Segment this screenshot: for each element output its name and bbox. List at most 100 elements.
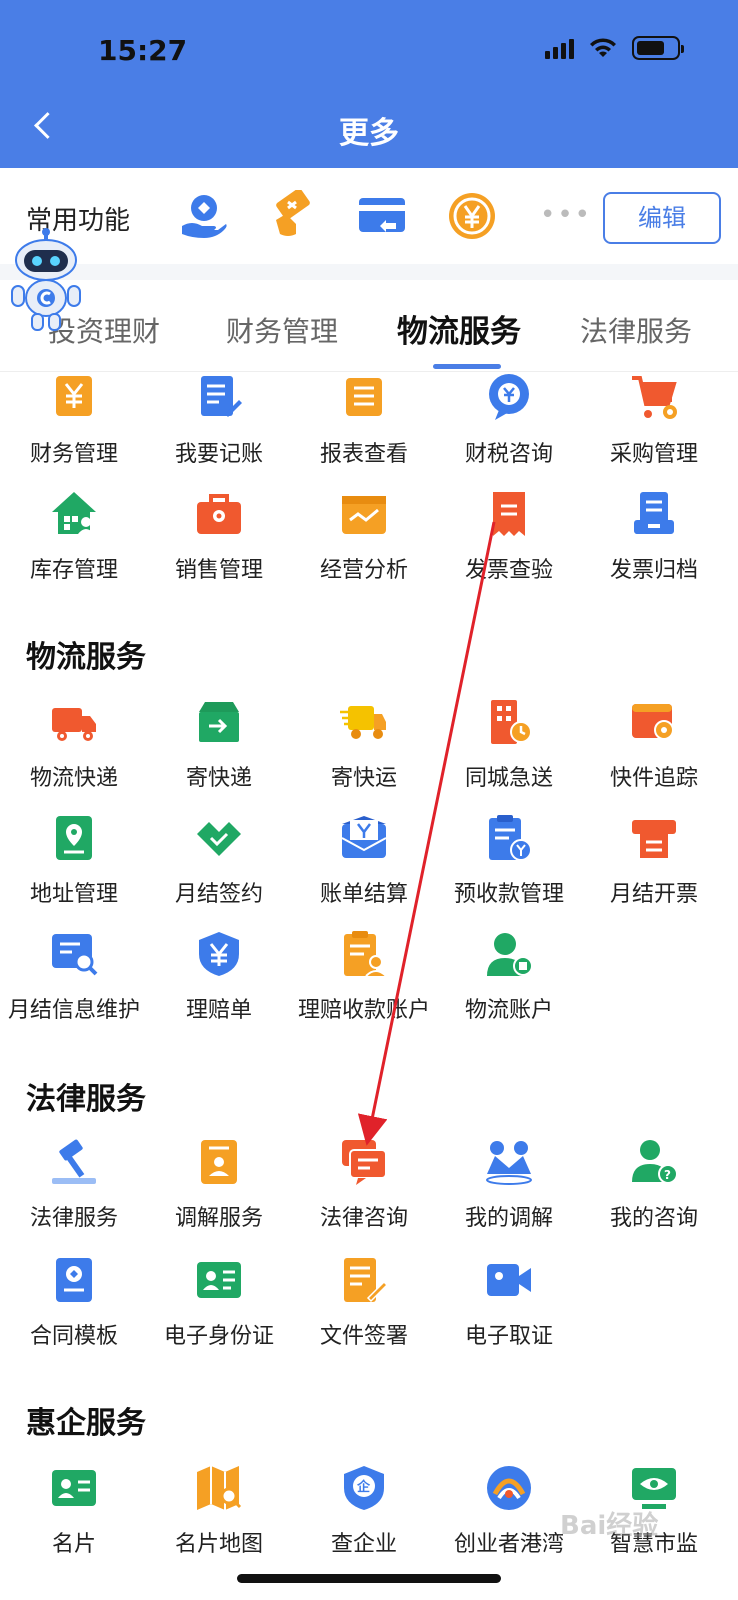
clipboard-user-icon (344, 931, 387, 977)
wifi-icon (590, 38, 616, 57)
section-title-benefit: 惠企服务 (26, 1406, 146, 1441)
home-indicator[interactable] (237, 1574, 501, 1583)
grid-item-bill-settle[interactable]: 账单结算 (290, 814, 438, 924)
svg-text:企: 企 (356, 1479, 371, 1495)
grid-item-legal-consult[interactable]: 法律咨询 (290, 1138, 438, 1248)
box-arrow-icon (199, 702, 239, 742)
grid-item-my-mediation[interactable]: 我的调解 (435, 1138, 583, 1248)
report-icon (346, 378, 382, 416)
more-dots[interactable]: ••• (540, 200, 592, 230)
category-tabs: 投资理财 财务管理 物流服务 法律服务 (0, 280, 738, 372)
header-bar: 15:27 更多 (0, 0, 738, 168)
grid-item-tracking[interactable]: 快件追踪 (580, 698, 728, 808)
hand-user-icon[interactable] (178, 190, 230, 242)
grid-item-reports[interactable]: 报表查看 (290, 374, 438, 484)
video-camera-icon (487, 1264, 531, 1296)
house-user-icon (52, 492, 96, 534)
mediation-book-icon (201, 1140, 237, 1184)
tab-legal[interactable]: 法律服务 (580, 310, 692, 350)
svg-text:?: ? (664, 1168, 671, 1182)
active-tab-indicator (433, 364, 501, 369)
archive-doc-icon (634, 492, 674, 534)
grid-item-analysis[interactable]: 经营分析 (290, 490, 438, 600)
watermark-logo: Bai经验 (560, 1511, 659, 1541)
status-icons (545, 36, 684, 60)
grid-item-finance-manage[interactable]: 财务管理 (0, 374, 148, 484)
grid-item-legal-service[interactable]: 法律服务 (0, 1138, 148, 1248)
user-question-icon: ? (632, 1140, 678, 1184)
section-divider (0, 264, 738, 280)
grid-item-invoice-check[interactable]: 发票查验 (435, 490, 583, 600)
harbor-logo-icon (487, 1466, 531, 1510)
yuan-coin-icon[interactable] (446, 190, 498, 242)
grid-item-address[interactable]: 地址管理 (0, 814, 148, 924)
signal-icon (545, 37, 574, 59)
grid-item-monthly-invoice[interactable]: 月结开票 (580, 814, 728, 924)
contract-book-icon (56, 1258, 92, 1302)
shield-company-icon: 企 (344, 1466, 384, 1510)
hand-card-icon[interactable] (266, 190, 318, 242)
fast-truck-icon (340, 706, 386, 739)
calendar-trend-icon (342, 496, 386, 534)
edit-button[interactable]: 编辑 (603, 192, 721, 244)
grid-item-business-card[interactable]: 名片 (0, 1464, 148, 1574)
tab-logistics[interactable]: 物流服务 (397, 306, 521, 351)
grid-item-mediation[interactable]: 调解服务 (145, 1138, 293, 1248)
grid-item-sales[interactable]: 销售管理 (145, 490, 293, 600)
grid-item-claim-account[interactable]: 理赔收款账户 (290, 930, 438, 1040)
section-title-legal: 法律服务 (26, 1082, 146, 1117)
id-card-icon (197, 1262, 241, 1298)
grid-item-bookkeeping[interactable]: 我要记账 (145, 374, 293, 484)
map-search-icon (197, 1466, 242, 1510)
grid-item-prepayment[interactable]: 预收款管理 (435, 814, 583, 924)
card-return-icon[interactable] (356, 190, 408, 242)
grid-item-purchase[interactable]: 采购管理 (580, 374, 728, 484)
gavel-icon (52, 1139, 96, 1184)
section-title-logistics: 物流服务 (26, 640, 146, 675)
chat-bubbles-icon (342, 1140, 387, 1185)
user-box-icon (487, 933, 533, 976)
cart-gear-icon (632, 376, 677, 419)
grid-item-monthly-info[interactable]: 月结信息维护 (0, 930, 148, 1040)
grid-item-freight[interactable]: 寄快运 (290, 698, 438, 808)
package-track-icon (632, 704, 674, 740)
truck-icon (52, 708, 96, 741)
robot-mascot-icon[interactable] (8, 226, 84, 334)
grid-item-same-city[interactable]: 同城急送 (435, 698, 583, 808)
grid-item-card-map[interactable]: 名片地图 (145, 1464, 293, 1574)
grid-item-company-lookup[interactable]: 企 查企业 (290, 1464, 438, 1574)
page-title: 更多 (339, 116, 399, 151)
grid-item-e-evidence[interactable]: 电子取证 (435, 1256, 583, 1366)
grid-item-send-express[interactable]: 寄快递 (145, 698, 293, 808)
people-meeting-icon (486, 1141, 532, 1185)
grid-item-e-id[interactable]: 电子身份证 (145, 1256, 293, 1366)
yuan-doc-icon (56, 376, 92, 416)
building-clock-icon (491, 700, 532, 744)
grid-item-claims[interactable]: 理赔单 (145, 930, 293, 1040)
grid-item-tax-consult[interactable]: 财税咨询 (435, 374, 583, 484)
info-search-icon (52, 934, 98, 976)
common-functions-bar: 常用功能 ••• 编辑 (0, 168, 738, 264)
clipboard-yuan-icon (489, 815, 532, 861)
grid-item-file-sign[interactable]: 文件签署 (290, 1256, 438, 1366)
battery-icon (632, 36, 684, 60)
grid-item-invoice-archive[interactable]: 发票归档 (580, 490, 728, 600)
doc-pen-icon (344, 1258, 388, 1303)
yuan-chat-icon (489, 374, 529, 420)
tab-finance[interactable]: 财务管理 (226, 310, 338, 350)
grid-item-contract-template[interactable]: 合同模板 (0, 1256, 148, 1366)
briefcase-gear-icon (197, 494, 241, 534)
printer-invoice-icon (632, 820, 676, 858)
shield-yuan-icon (199, 932, 239, 976)
status-time: 15:27 (98, 34, 188, 67)
grid-item-express[interactable]: 物流快递 (0, 698, 148, 808)
grid-item-monthly-sign[interactable]: 月结签约 (145, 814, 293, 924)
grid-item-logistics-account[interactable]: 物流账户 (435, 930, 583, 1040)
status-bar: 15:27 (0, 30, 738, 70)
business-card-icon (52, 1470, 96, 1506)
grid-item-inventory[interactable]: 库存管理 (0, 490, 148, 600)
handshake-icon (197, 822, 241, 856)
grid-item-my-consult[interactable]: ? 我的咨询 (580, 1138, 728, 1248)
invoice-icon (493, 492, 525, 536)
ledger-edit-icon (201, 376, 242, 417)
